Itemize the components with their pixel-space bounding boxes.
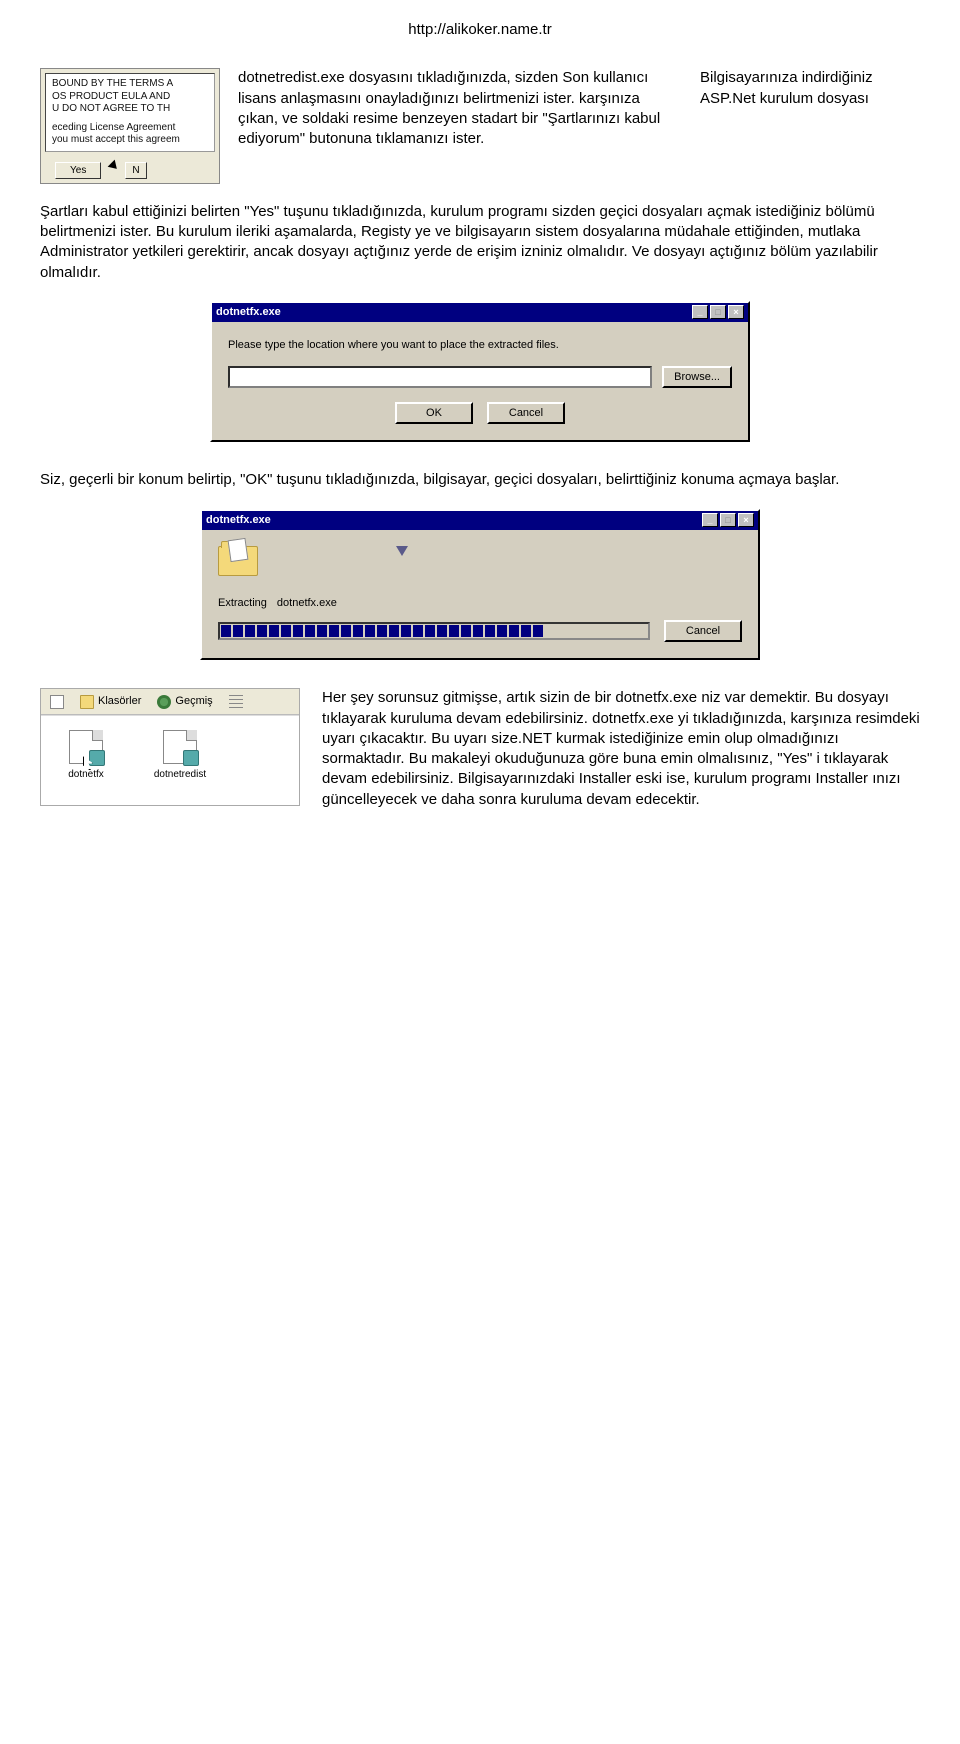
intro-right-text: Bilgisayarınıza indirdiğiniz ASP.Net kur… [700,68,920,109]
ok-button[interactable]: OK [395,402,473,424]
extracting-dialog: dotnetfx.exe _ □ × Extracting dotnetfx.e… [200,509,760,661]
minimize-button[interactable]: _ [702,513,718,527]
cursor-icon [108,159,121,172]
close-button[interactable]: × [738,513,754,527]
paragraph-2: Siz, geçerli bir konum belirtip, "OK" tu… [40,470,920,490]
dialog-title: dotnetfx.exe [206,513,271,528]
browse-button[interactable]: Browse... [662,366,732,388]
file-item-dotnetredist[interactable]: dotnetredist [145,730,215,801]
explorer-snippet: Klasörler Geçmiş dotnetfx dotnetre [40,688,300,806]
page-url: http://alikoker.name.tr [40,20,920,40]
toolbar-more-button[interactable] [222,691,250,712]
eula-yes-button[interactable]: Yes [55,162,101,179]
location-input[interactable] [228,366,652,388]
dialog-message: Please type the location where you want … [228,338,732,353]
progress-bar [218,622,650,640]
history-icon [157,695,171,709]
eula-text: BOUND BY THE TERMS A OS PRODUCT EULA AND… [45,73,215,152]
extract-location-dialog: dotnetfx.exe _ □ × Please type the locat… [210,301,750,443]
arrow-down-icon [396,546,408,556]
file-label: dotnetfx [51,768,121,782]
file-label: dotnetredist [145,768,215,782]
folder-icon [218,546,258,576]
file-icon [163,730,197,764]
explorer-toolbar: Klasörler Geçmiş [41,689,299,715]
folder-icon [80,695,94,709]
eula-snippet-window: BOUND BY THE TERMS A OS PRODUCT EULA AND… [40,68,220,184]
eula-line: U DO NOT AGREE TO TH [52,103,208,116]
file-item-dotnetfx[interactable]: dotnetfx [51,730,121,801]
eula-line: BOUND BY THE TERMS A [52,78,208,91]
dialog-title: dotnetfx.exe [216,305,281,320]
cancel-button[interactable]: Cancel [487,402,565,424]
extracting-label: Extracting [218,596,267,611]
maximize-button[interactable]: □ [720,513,736,527]
eula-line: OS PRODUCT EULA AND [52,91,208,104]
close-button[interactable]: × [728,305,744,319]
eula-line: you must accept this agreem [52,134,208,147]
list-icon [229,695,243,709]
eula-line: eceding License Agreement [52,122,208,135]
toolbar-label: Klasörler [98,694,141,709]
toolbar-history-button[interactable]: Geçmiş [150,691,219,712]
intro-row: BOUND BY THE TERMS A OS PRODUCT EULA AND… [40,68,920,184]
file-icon [69,730,103,764]
eula-no-button[interactable]: N [125,162,146,179]
toolbar-label: Geçmiş [175,694,212,709]
intro-mid-text: dotnetredist.exe dosyasını tıkladığınızd… [238,68,682,149]
maximize-button[interactable]: □ [710,305,726,319]
toolbar-folders-button[interactable]: Klasörler [73,691,148,712]
minimize-button[interactable]: _ [692,305,708,319]
extracting-filename: dotnetfx.exe [277,596,337,611]
cancel-button[interactable]: Cancel [664,620,742,642]
toolbar-back-button[interactable] [43,691,71,712]
grid-icon [50,695,64,709]
paragraph-3: Her şey sorunsuz gitmişse, artık sizin d… [322,688,920,810]
paragraph-1: Şartları kabul ettiğinizi belirten "Yes"… [40,202,920,283]
